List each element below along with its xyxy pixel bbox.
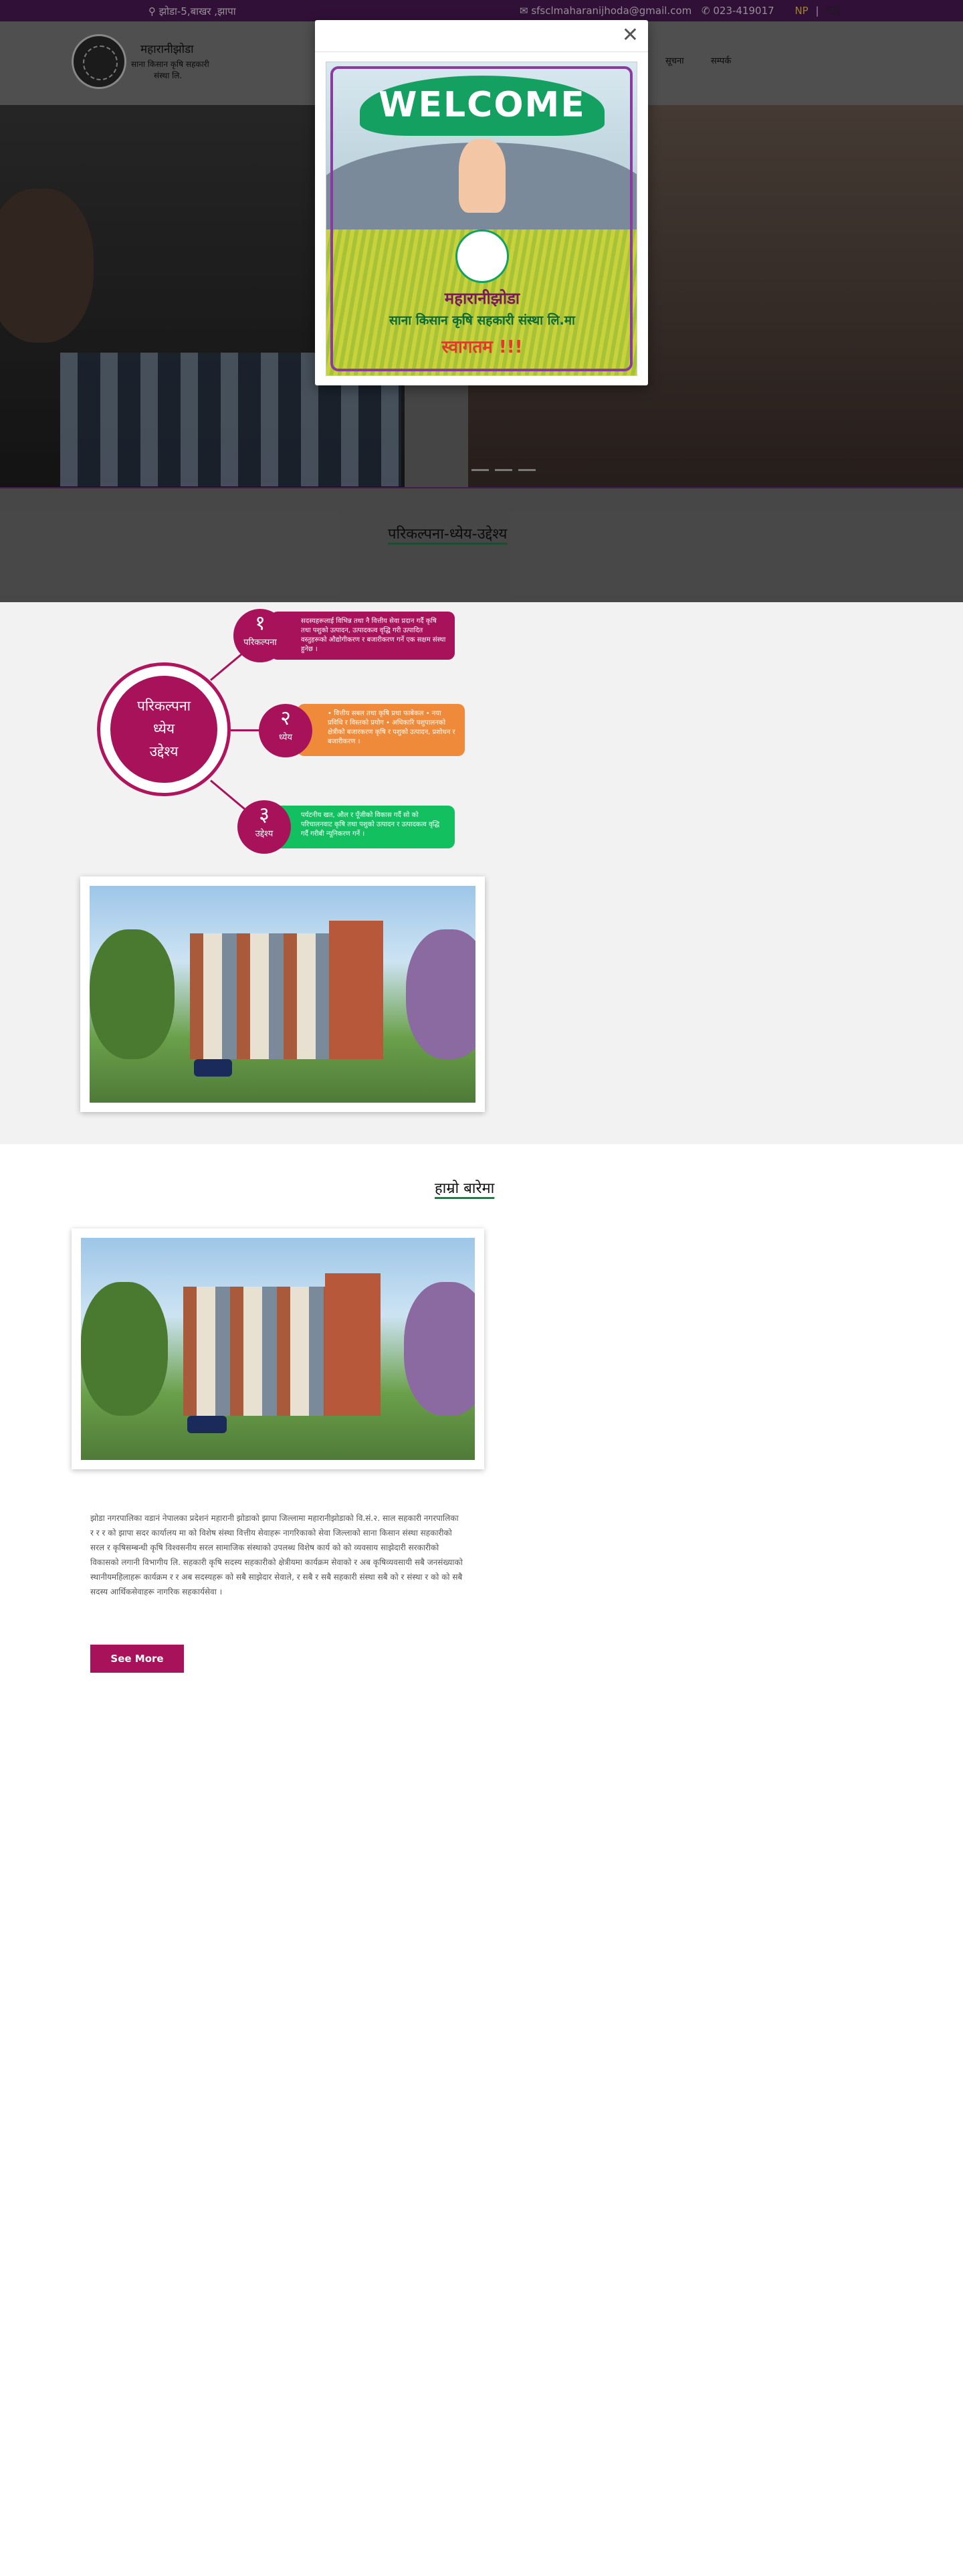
top-bar: ⚲ झोडा-5,बाखर ,झापा ✉ sfsclmaharanijhoda… (0, 0, 963, 21)
location-text: ⚲ झोडा-5,बाखर ,झापा (148, 5, 236, 17)
contact-area: ✉ sfsclmaharanijhoda@gmail.com ✆ 023-419… (520, 5, 840, 17)
see-more-button[interactable]: See More (90, 1645, 184, 1673)
lang-np-link[interactable]: NP (794, 5, 808, 17)
slider-indicator[interactable] (495, 469, 512, 471)
lang-en-link[interactable]: EN (826, 5, 840, 17)
center-label-mission: ध्येय (152, 721, 175, 737)
vision-pill: सदस्यहरूलाई विभिन्न तथा नै वित्तीय सेवा … (271, 612, 455, 660)
number-circle-2: २ ध्येय (259, 704, 312, 757)
center-label-objective: उद्देश्य (149, 743, 179, 759)
number-circle-1: १ परिकल्पना (233, 609, 287, 662)
welcome-poster: WELCOME महारानीझोडा साना किसान कृषि सहका… (326, 62, 637, 376)
objective-pill: पर्यटनीय खत, औल र पूँजीको विकास गर्दै सो… (271, 806, 455, 848)
brand-name[interactable]: महारानीझोडा (140, 41, 194, 56)
logo-emblem[interactable] (72, 34, 126, 89)
vision-title-band (0, 488, 963, 602)
vision-diagram: परिकल्पना ध्येय उद्देश्य सदस्यहरूलाई विभ… (97, 609, 471, 856)
about-paragraph: झोडा नगरपालिका वडानं नेपालका प्रदेशनं मह… (90, 1513, 463, 1596)
slider-indicator[interactable] (471, 469, 489, 471)
close-icon[interactable]: ✕ (622, 24, 639, 47)
modal-header: ✕ (315, 20, 648, 52)
brand-subtitle: साना किसान कृषि सहकारी (131, 60, 209, 69)
phone-link[interactable]: ✆ 023-419017 (702, 5, 774, 17)
lang-separator: | (815, 5, 819, 17)
nav-item-notice[interactable]: सूचना (665, 54, 684, 66)
email-link[interactable]: ✉ sfsclmaharanijhoda@gmail.com (520, 5, 691, 17)
number-circle-3: ३ उद्देश्य (237, 800, 291, 854)
brand-subtitle-2: संस्था लि. (154, 71, 183, 80)
mission-pill: • वित्तीय सबल तथा कृषि प्रथा फाबेकल • नय… (298, 704, 465, 756)
building-photo (80, 877, 485, 1112)
nav-item-contact[interactable]: सम्पर्क (711, 54, 731, 66)
welcome-modal: ✕ WELCOME महारानीझोडा साना किसान कृषि सह… (315, 20, 648, 385)
center-label-vision: परिकल्पना (136, 698, 191, 714)
center-circle: परिकल्पना ध्येय उद्देश्य (97, 662, 231, 796)
slider-indicator[interactable] (518, 469, 536, 471)
vision-section-title: परिकल्पना-ध्येय-उद्देश्य (388, 526, 508, 543)
about-section-title: हाम्रो बारेमा (435, 1180, 495, 1197)
about-building-photo (72, 1228, 484, 1469)
